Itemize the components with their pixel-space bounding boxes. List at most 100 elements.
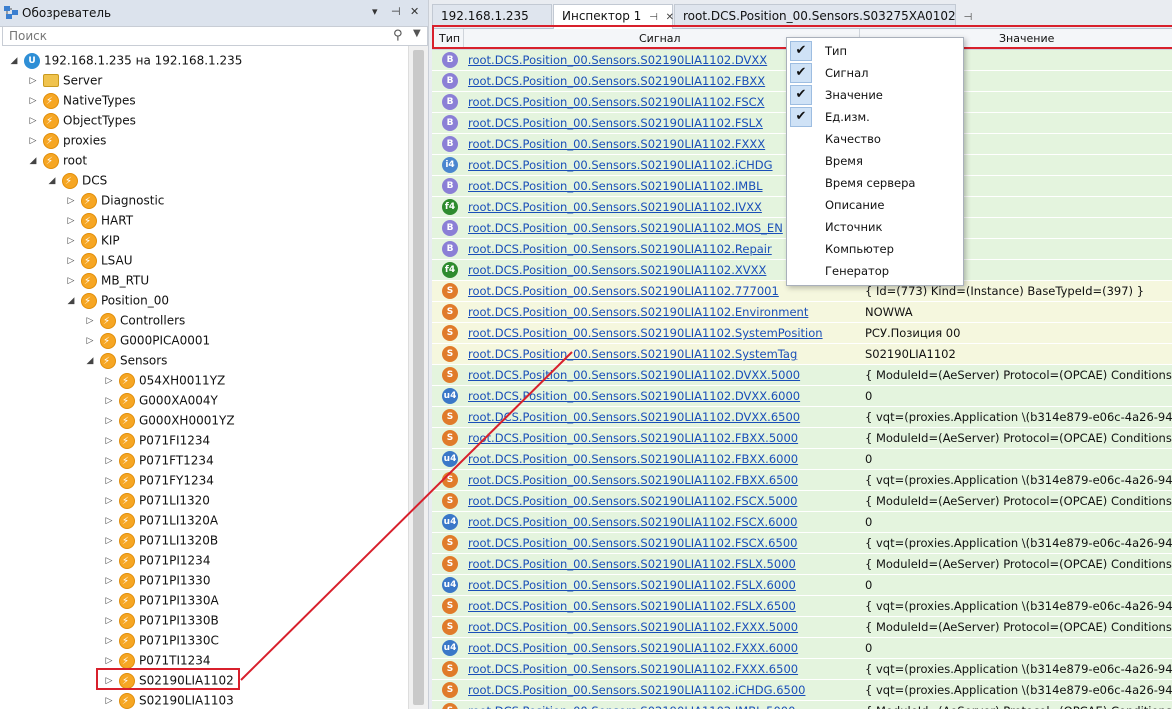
tree-node[interactable]: ▷ P071FT1234 — [103, 450, 214, 472]
signal-link[interactable]: root.DCS.Position_00.Sensors.S02190LIA11… — [468, 221, 783, 235]
menu-item[interactable]: ✔ Ед.изм. — [787, 106, 963, 128]
close-icon[interactable]: ✕ — [410, 5, 419, 18]
tree-scrollbar[interactable] — [408, 46, 428, 709]
table-row[interactable]: Sroot.DCS.Position_00.Sensors.S02190LIA1… — [432, 323, 1172, 344]
menu-item[interactable]: Генератор — [787, 260, 963, 282]
signal-link[interactable]: root.DCS.Position_00.Sensors.S02190LIA11… — [468, 74, 765, 88]
collapsed-arrow-icon[interactable]: ▷ — [103, 431, 115, 451]
table-row[interactable]: Sroot.DCS.Position_00.Sensors.S02190LIA1… — [432, 533, 1172, 554]
menu-item[interactable]: ✔ Значение — [787, 84, 963, 106]
menu-item[interactable]: Источник — [787, 216, 963, 238]
signal-link[interactable]: root.DCS.Position_00.Sensors.S02190LIA11… — [468, 536, 797, 550]
table-row[interactable]: u4 root.DCS.Position_00.Sensors.S02190LIA… — [432, 638, 1172, 659]
search-icon[interactable]: ⚲ — [393, 28, 403, 43]
tree-node[interactable]: ▷ P071PI1234 — [103, 550, 211, 572]
tree-node[interactable]: ◢ Position_00 — [65, 290, 169, 312]
signal-link[interactable]: root.DCS.Position_00.Sensors.S02190LIA11… — [468, 200, 762, 214]
expanded-arrow-icon[interactable]: ◢ — [84, 351, 96, 371]
tab-signal-page[interactable]: root.DCS.Position_00.Sensors.S03275XA010… — [674, 4, 972, 27]
expanded-arrow-icon[interactable]: ◢ — [65, 291, 77, 311]
expanded-arrow-icon[interactable]: ◢ — [27, 151, 39, 171]
collapsed-arrow-icon[interactable]: ▷ — [65, 271, 77, 291]
signal-link[interactable]: root.DCS.Position_00.Sensors.S02190LIA11… — [468, 452, 798, 466]
tree-node[interactable]: ▷ Server — [27, 70, 103, 90]
collapsed-arrow-icon[interactable]: ▷ — [27, 91, 39, 111]
panel-menu-icon[interactable]: ▾ — [372, 5, 378, 18]
menu-item[interactable]: Описание — [787, 194, 963, 216]
signal-link[interactable]: root.DCS.Position_00.Sensors.S02190LIA11… — [468, 242, 772, 256]
collapsed-arrow-icon[interactable]: ▷ — [103, 451, 115, 471]
close-icon[interactable]: ✕ — [666, 12, 674, 23]
tree-node[interactable]: ▷ P071FY1234 — [103, 470, 214, 492]
tree-node[interactable]: ▷ G000XH0001YZ — [103, 410, 235, 432]
signal-link[interactable]: root.DCS.Position_00.Sensors.S02190LIA11… — [468, 389, 800, 403]
table-row[interactable]: u4 root.DCS.Position_00.Sensors.S02190LIA… — [432, 386, 1172, 407]
collapsed-arrow-icon[interactable]: ▷ — [103, 691, 115, 709]
signal-link[interactable]: root.DCS.Position_00.Sensors.S02190LIA11… — [468, 326, 823, 340]
collapsed-arrow-icon[interactable]: ▷ — [103, 591, 115, 611]
signal-link[interactable]: root.DCS.Position_00.Sensors.S02190LIA11… — [468, 494, 797, 508]
tree-node[interactable]: ▷ P071PI1330C — [103, 630, 219, 652]
signal-link[interactable]: root.DCS.Position_00.Sensors.S02190LIA11… — [468, 263, 766, 277]
table-row[interactable]: Sroot.DCS.Position_00.Sensors.S02190LIA1… — [432, 365, 1172, 386]
signal-link[interactable]: root.DCS.Position_00.Sensors.S02190LIA11… — [468, 431, 798, 445]
tree-node[interactable]: ▷ MB_RTU — [65, 270, 150, 292]
search-input[interactable]: Поиск ⚲ ▼ — [2, 26, 428, 46]
collapsed-arrow-icon[interactable]: ▷ — [65, 191, 77, 211]
pin-icon[interactable]: ⊣ — [649, 12, 658, 23]
collapsed-arrow-icon[interactable]: ▷ — [103, 551, 115, 571]
signal-link[interactable]: root.DCS.Position_00.Sensors.S02190LIA11… — [468, 368, 800, 382]
tree-node[interactable]: ▷ Controllers — [84, 310, 186, 332]
signal-link[interactable]: root.DCS.Position_00.Sensors.S02190LIA11… — [468, 578, 796, 592]
table-row[interactable]: Sroot.DCS.Position_00.Sensors.S02190LIA1… — [432, 470, 1172, 491]
collapsed-arrow-icon[interactable]: ▷ — [27, 131, 39, 151]
collapsed-arrow-icon[interactable]: ▷ — [103, 371, 115, 391]
collapsed-arrow-icon[interactable]: ▷ — [27, 111, 39, 131]
table-row[interactable]: u4 root.DCS.Position_00.Sensors.S02190LIA… — [432, 512, 1172, 533]
tree-node[interactable]: ▷ ObjectTypes — [27, 110, 136, 132]
tree-node[interactable]: ▷ NativeTypes — [27, 90, 136, 112]
signal-link[interactable]: root.DCS.Position_00.Sensors.S02190LIA11… — [468, 158, 773, 172]
table-row[interactable]: Sroot.DCS.Position_00.Sensors.S02190LIA1… — [432, 659, 1172, 680]
signal-link[interactable]: root.DCS.Position_00.Sensors.S02190LIA11… — [468, 179, 763, 193]
collapsed-arrow-icon[interactable]: ▷ — [103, 391, 115, 411]
signal-link[interactable]: root.DCS.Position_00.Sensors.S02190LIA11… — [468, 515, 797, 529]
table-row[interactable]: Sroot.DCS.Position_00.Sensors.S02190LIA1… — [432, 617, 1172, 638]
signal-link[interactable]: root.DCS.Position_00.Sensors.S02190LIA11… — [468, 116, 763, 130]
tree-node[interactable]: ▷ S02190LIA1103 — [103, 690, 234, 709]
menu-item[interactable]: ✔ Сигнал — [787, 62, 963, 84]
tree-node[interactable]: ▷ 054XH0011YZ — [103, 370, 226, 392]
table-row[interactable]: u4 root.DCS.Position_00.Sensors.S02190LIA… — [432, 449, 1172, 470]
tree-node[interactable]: ◢ U 192.168.1.235 на 192.168.1.235 — [8, 50, 242, 70]
table-row[interactable]: Sroot.DCS.Position_00.Sensors.S02190LIA1… — [432, 302, 1172, 323]
signal-link[interactable]: root.DCS.Position_00.Sensors.S02190LIA11… — [468, 662, 798, 676]
table-row[interactable]: Sroot.DCS.Position_00.Sensors.S02190LIA1… — [432, 428, 1172, 449]
tree-node[interactable]: ▷ G000XA004Y — [103, 390, 218, 412]
tree-node[interactable]: ▷ Diagnostic — [65, 190, 165, 212]
expanded-arrow-icon[interactable]: ◢ — [46, 171, 58, 191]
collapsed-arrow-icon[interactable]: ▷ — [103, 571, 115, 591]
tree-node[interactable]: ◢ root — [27, 150, 88, 172]
signal-link[interactable]: root.DCS.Position_00.Sensors.S02190LIA11… — [468, 305, 808, 319]
tree-node[interactable]: ▷ P071LI1320B — [103, 530, 219, 552]
menu-item[interactable]: Время сервера — [787, 172, 963, 194]
collapsed-arrow-icon[interactable]: ▷ — [84, 311, 96, 331]
signal-link[interactable]: root.DCS.Position_00.Sensors.S02190LIA11… — [468, 53, 767, 67]
collapsed-arrow-icon[interactable]: ▷ — [65, 251, 77, 271]
collapsed-arrow-icon[interactable]: ▷ — [103, 631, 115, 651]
menu-item[interactable]: ✔ Тип — [787, 40, 963, 62]
collapsed-arrow-icon[interactable]: ▷ — [103, 411, 115, 431]
collapsed-arrow-icon[interactable]: ▷ — [84, 331, 96, 351]
table-row[interactable]: Sroot.DCS.Position_00.Sensors.S02190LIA1… — [432, 491, 1172, 512]
menu-item[interactable]: Время — [787, 150, 963, 172]
table-row[interactable]: Sroot.DCS.Position_00.Sensors.S02190LIA1… — [432, 596, 1172, 617]
signal-link[interactable]: root.DCS.Position_00.Sensors.S02190LIA11… — [468, 641, 798, 655]
collapsed-arrow-icon[interactable]: ▷ — [65, 231, 77, 251]
table-row[interactable]: Sroot.DCS.Position_00.Sensors.S02190LIA1… — [432, 407, 1172, 428]
table-row[interactable]: Sroot.DCS.Position_00.Sensors.S02190LIA1… — [432, 701, 1172, 709]
tree-node[interactable]: ▷ G000PICA0001 — [84, 330, 211, 352]
tree-node[interactable]: ▷P071TI1234 — [103, 650, 211, 672]
signal-link[interactable]: root.DCS.Position_00.Sensors.S02190LIA11… — [468, 347, 797, 361]
tree-node[interactable]: ▷ HART — [65, 210, 134, 232]
chevron-down-icon[interactable]: ▼ — [413, 28, 421, 39]
